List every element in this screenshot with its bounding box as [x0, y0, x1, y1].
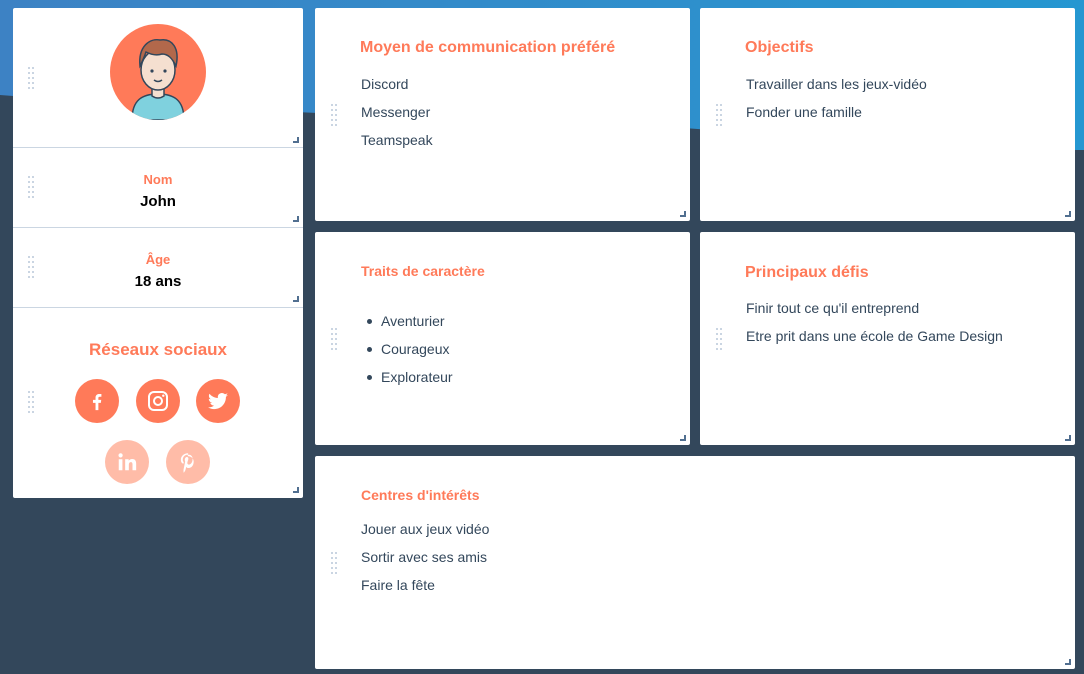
resize-handle[interactable]	[680, 435, 686, 441]
list-item: Sortir avec ses amis	[361, 549, 488, 565]
list-item: Travailler dans les jeux-vidéo	[746, 76, 927, 92]
instagram-button[interactable]	[136, 379, 180, 423]
list-item: Explorateur	[381, 369, 453, 385]
divider	[13, 147, 303, 148]
resize-handle[interactable]	[293, 296, 299, 302]
facebook-icon	[92, 393, 102, 411]
resize-handle[interactable]	[680, 211, 686, 217]
drag-handle[interactable]	[331, 328, 337, 352]
resize-handle[interactable]	[293, 487, 299, 493]
drag-handle[interactable]	[716, 104, 722, 128]
drag-handle[interactable]	[331, 104, 337, 128]
avatar	[110, 24, 206, 120]
challenges-title: Principaux défis	[745, 264, 869, 281]
bullet-icon	[367, 347, 372, 352]
social-title: Réseaux sociaux	[89, 340, 227, 359]
twitter-button[interactable]	[196, 379, 240, 423]
traits-title: Traits de caractère	[361, 263, 485, 279]
list-item: Etre prit dans une école de Game Design	[746, 328, 1003, 344]
pinterest-button[interactable]	[166, 440, 210, 484]
twitter-icon	[207, 393, 228, 410]
list-item: Jouer aux jeux vidéo	[361, 521, 490, 537]
resize-handle[interactable]	[1065, 435, 1071, 441]
bullet-icon	[367, 319, 372, 324]
drag-handle[interactable]	[28, 67, 34, 91]
age-value: 18 ans	[134, 273, 182, 290]
resize-handle[interactable]	[293, 137, 299, 143]
goals-card: Objectifs Travailler dans les jeux-vidéo…	[700, 8, 1075, 221]
challenges-card: Principaux défis Finir tout ce qu'il ent…	[700, 232, 1075, 445]
pinterest-icon	[180, 453, 194, 473]
list-item: Fonder une famille	[746, 104, 862, 120]
facebook-button[interactable]	[75, 379, 119, 423]
name-value: John	[140, 193, 176, 210]
list-item: Aventurier	[381, 313, 445, 329]
list-item: Messenger	[361, 104, 431, 120]
instagram-icon	[148, 391, 168, 411]
drag-handle[interactable]	[331, 552, 337, 576]
list-item: Finir tout ce qu'il entreprend	[746, 300, 920, 316]
bullet-icon	[367, 375, 372, 380]
goals-title: Objectifs	[745, 39, 814, 56]
list-item: Discord	[361, 76, 409, 92]
communication-card: Moyen de communication préféré Discord M…	[315, 8, 690, 221]
list-item: Faire la fête	[361, 577, 435, 593]
drag-handle[interactable]	[716, 328, 722, 352]
list-item: Courageux	[381, 341, 450, 357]
interests-card: Centres d'intérêts Jouer aux jeux vidéo …	[315, 456, 1075, 669]
drag-handle[interactable]	[28, 391, 34, 415]
resize-handle[interactable]	[293, 216, 299, 222]
name-label: Nom	[143, 172, 173, 187]
traits-card: Traits de caractère Aventurier Courageux…	[315, 232, 690, 445]
communication-title: Moyen de communication préféré	[360, 39, 616, 56]
linkedin-icon	[118, 453, 137, 471]
resize-handle[interactable]	[1065, 659, 1071, 665]
age-label: Âge	[145, 252, 171, 267]
linkedin-button[interactable]	[105, 440, 149, 484]
divider	[13, 307, 303, 308]
list-item: Teamspeak	[361, 132, 433, 148]
interests-title: Centres d'intérêts	[361, 487, 480, 503]
divider	[13, 227, 303, 228]
resize-handle[interactable]	[1065, 211, 1071, 217]
avatar-boy-icon	[110, 24, 206, 120]
